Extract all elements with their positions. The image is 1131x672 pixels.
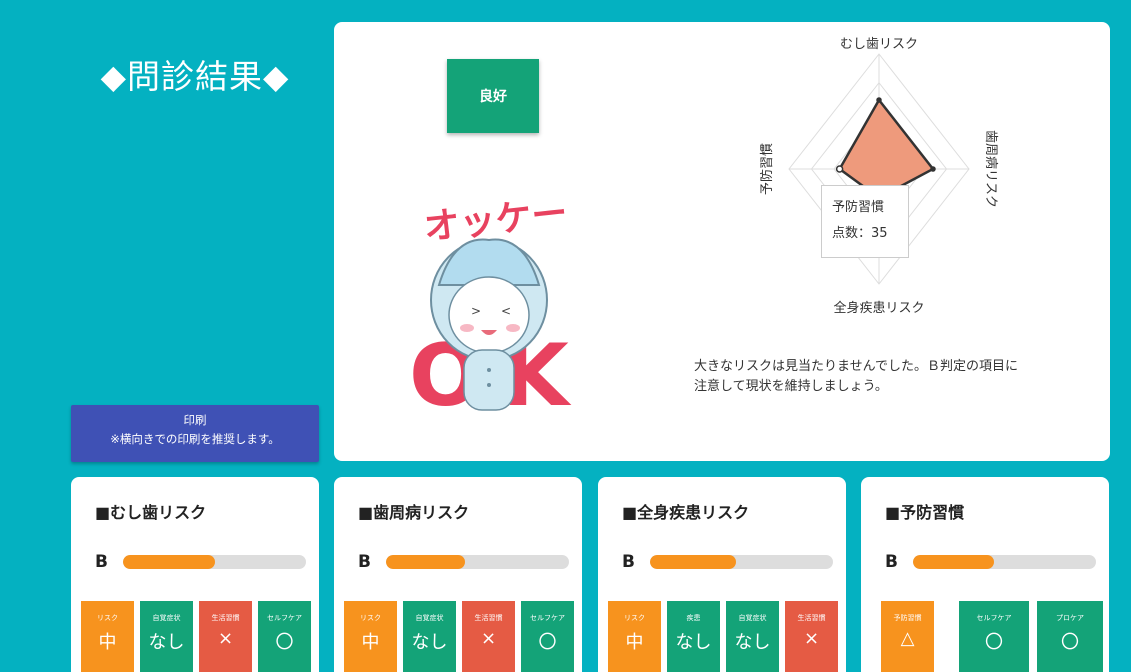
tile-label: 自覚症状	[152, 614, 181, 622]
status-tile-lifestyle: 生活習慣 ×	[785, 601, 838, 672]
svg-text:<: <	[501, 304, 511, 318]
grade-progress-fill	[386, 555, 465, 569]
radar-axis-label-prevention: 予防習慣	[759, 143, 775, 195]
tile-label: 生活習慣	[474, 614, 503, 622]
status-tiles: リスク中 自覚症状なし 生活習慣 × セルフケア〇	[81, 601, 313, 672]
card-prevention-habits: ■予防習慣 B 予防習慣 △ セルフケア〇 プロケア〇	[861, 477, 1109, 672]
rating-badge: 良好	[447, 59, 539, 133]
page-title: ◆問診結果◆	[100, 57, 290, 96]
grade-progress-fill	[913, 555, 994, 569]
radar-axis-label-systemic: 全身疾患リスク	[833, 300, 924, 316]
status-tiles: リスク中 疾患なし 自覚症状なし 生活習慣 ×	[608, 601, 840, 672]
card-title: ■歯周病リスク	[358, 503, 470, 522]
radar-axis-label-periodontal: 歯周病リスク	[983, 130, 998, 208]
grade-label: B	[622, 552, 635, 572]
tile-label: 予防習慣	[893, 614, 922, 622]
tile-value: なし	[675, 632, 712, 653]
radar-point-0[interactable]	[876, 97, 882, 103]
status-tile-prevention: 予防習慣 △	[881, 601, 934, 672]
grade-progress-bar	[913, 555, 1096, 569]
card-caries-risk: ■むし歯リスク B リスク中 自覚症状なし 生活習慣 × セルフケア〇	[71, 477, 319, 672]
status-tile-symptoms: 自覚症状 なし	[403, 601, 456, 672]
tile-label: 疾患	[686, 614, 701, 622]
tile-value: ×	[217, 628, 234, 649]
print-button[interactable]: 印刷 ※横向きでの印刷を推奨します。	[71, 405, 319, 462]
tile-label: リスク	[97, 614, 118, 622]
svg-text:>: >	[471, 304, 481, 318]
tile-label: リスク	[360, 614, 381, 622]
status-tile-disease: 疾患 なし	[667, 601, 720, 672]
tile-value: 中	[98, 632, 117, 653]
card-title: ■全身疾患リスク	[622, 503, 750, 522]
grade-label: B	[885, 552, 898, 572]
grade-label: B	[358, 552, 371, 572]
card-periodontal-risk: ■歯周病リスク B リスク中 自覚症状なし 生活習慣 × セルフケア〇	[334, 477, 582, 672]
radar-point-1[interactable]	[930, 166, 936, 172]
tile-value: なし	[734, 632, 771, 653]
result-panel: 良好 オッケー OK > < むし歯リスク 歯周病リスク 全身疾患リスク 予防習…	[334, 22, 1110, 461]
status-tile-risk: リスク中	[608, 601, 661, 672]
tile-value: △	[900, 628, 915, 649]
tile-value: ×	[480, 628, 497, 649]
status-tile-lifestyle: 生活習慣 ×	[199, 601, 252, 672]
tile-value: なし	[411, 632, 448, 653]
radar-chart: むし歯リスク 歯周病リスク 全身疾患リスク 予防習慣	[759, 37, 998, 316]
radar-axis-label-caries: むし歯リスク	[840, 37, 918, 52]
card-systemic-risk: ■全身疾患リスク B リスク中 疾患なし 自覚症状なし 生活習慣 ×	[598, 477, 846, 672]
tile-label: リスク	[624, 614, 645, 622]
print-button-note: ※横向きでの印刷を推奨します。	[110, 432, 280, 446]
grade-progress-bar	[386, 555, 569, 569]
tile-label: 自覚症状	[738, 614, 767, 622]
status-tile-selfcare: セルフケア〇	[521, 601, 574, 672]
tile-value: 〇	[275, 632, 294, 653]
card-title: ■予防習慣	[885, 503, 965, 522]
summary-line-2: 注意して現状を維持しましょう。	[694, 379, 888, 394]
tooltip-value: 点数：35	[832, 226, 888, 241]
tile-label: セルフケア	[530, 614, 565, 622]
tile-label: セルフケア	[976, 614, 1012, 622]
tile-value: 〇	[1061, 632, 1079, 653]
grade-progress-bar	[650, 555, 833, 569]
status-tile-selfcare: セルフケア〇	[959, 601, 1029, 672]
grade-progress-fill	[650, 555, 736, 569]
grade-progress-fill	[123, 555, 215, 569]
grade-progress-bar	[123, 555, 306, 569]
status-tile-risk: リスク中	[81, 601, 134, 672]
summary-text: 大きなリスクは見当たりませんでした。Ｂ判定の項目に 注意して現状を維持しましょう…	[694, 357, 1074, 397]
status-tile-symptoms: 自覚症状 なし	[140, 601, 193, 672]
status-tile-symptoms: 自覚症状 なし	[726, 601, 779, 672]
summary-line-1: 大きなリスクは見当たりませんでした。Ｂ判定の項目に	[694, 359, 1018, 374]
radar-point-3[interactable]	[835, 165, 844, 173]
print-button-label: 印刷	[183, 413, 207, 427]
status-tile-selfcare: セルフケア〇	[258, 601, 311, 672]
ok-mascot-illustration: オッケー OK > <	[409, 193, 569, 420]
status-tile-lifestyle: 生活習慣 ×	[462, 601, 515, 672]
tile-value: ×	[803, 628, 820, 649]
tooltip-title: 予防習慣	[832, 200, 885, 215]
tile-label: セルフケア	[267, 614, 302, 622]
tile-value: なし	[148, 632, 185, 653]
grade-label: B	[95, 552, 108, 572]
tile-label: 自覚症状	[415, 614, 444, 622]
status-tile-procare: プロケア〇	[1037, 601, 1103, 672]
status-tiles: リスク中 自覚症状なし 生活習慣 × セルフケア〇	[344, 601, 576, 672]
tile-value: 中	[361, 632, 380, 653]
tile-value: 〇	[985, 632, 1003, 653]
tile-label: 生活習慣	[211, 614, 240, 622]
status-tiles: 予防習慣 △ セルフケア〇 プロケア〇	[871, 601, 1103, 672]
card-title: ■むし歯リスク	[95, 503, 207, 522]
tile-label: プロケア	[1056, 614, 1084, 622]
status-tile-risk: リスク中	[344, 601, 397, 672]
tile-label: 生活習慣	[797, 614, 826, 622]
tile-value: 中	[625, 632, 644, 653]
tile-value: 〇	[538, 632, 557, 653]
radar-tooltip: 予防習慣 点数：35	[821, 185, 909, 258]
